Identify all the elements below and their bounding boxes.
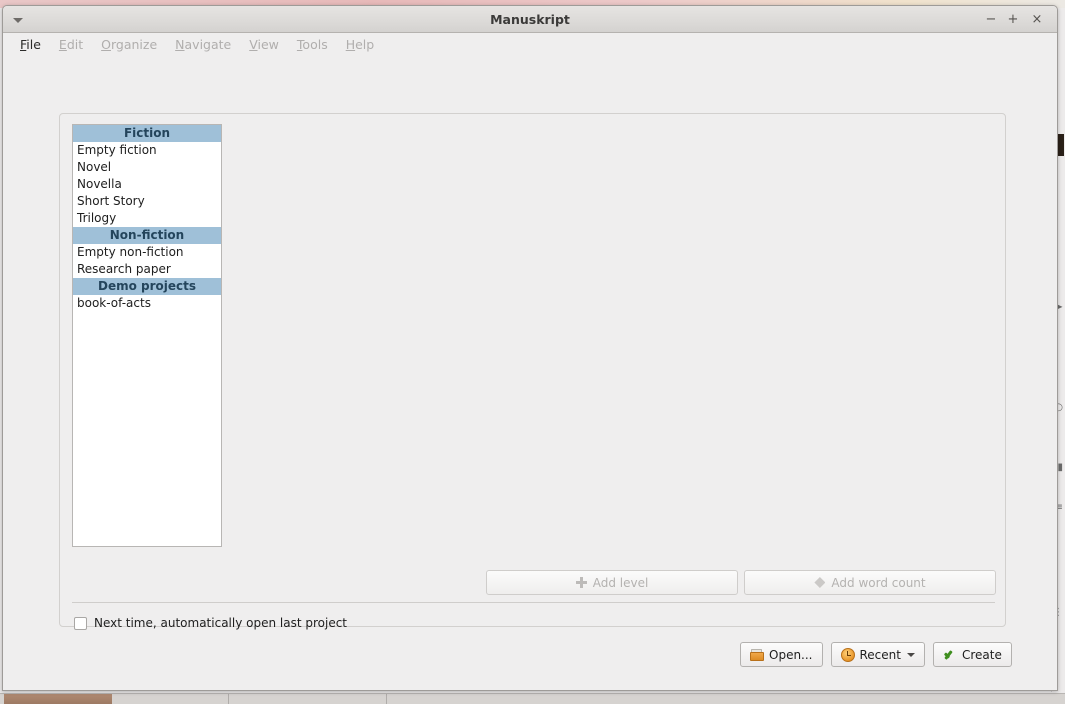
recent-button-label: Recent (859, 647, 901, 662)
list-item-book-of-acts[interactable]: book-of-acts (73, 295, 221, 312)
plus-icon (575, 577, 587, 588)
workspace: Fiction Empty fiction Novel Novella Shor… (3, 57, 1057, 690)
auto-open-row[interactable]: Next time, automatically open last proje… (74, 616, 347, 630)
menu-mnemonic: E (58, 37, 67, 52)
menu-mnemonic: O (101, 37, 111, 52)
menu-mnemonic: N (175, 37, 185, 52)
project-structure-pane (232, 124, 995, 547)
background-glyph-bar: ▮ (1057, 462, 1063, 473)
menu-label-rest: ools (302, 37, 328, 52)
maximize-button[interactable]: + (1005, 12, 1021, 28)
dialog-button-row: Open... Recent Create (740, 642, 1012, 667)
chevron-down-icon (906, 652, 915, 657)
menu-bar: File Edit Organize Navigate View Tools H… (3, 33, 1057, 57)
auto-open-checkbox[interactable] (74, 616, 87, 630)
menu-item-navigate[interactable]: Navigate (166, 34, 240, 55)
menu-item-help[interactable]: Help (337, 34, 384, 55)
list-group-header-fiction: Fiction (73, 125, 221, 142)
taskbar-item[interactable] (4, 694, 112, 704)
open-button-label: Open... (769, 647, 813, 662)
create-button-label: Create (961, 647, 1002, 662)
menu-label-rest: avigate (184, 37, 232, 52)
list-group-header-demo-projects: Demo projects (73, 278, 221, 295)
menu-label-rest: elp (355, 37, 375, 52)
menu-label-rest: dit (66, 37, 84, 52)
add-level-label: Add level (592, 575, 649, 590)
folder-icon (750, 648, 764, 661)
recent-button[interactable]: Recent (830, 642, 925, 667)
list-item-empty-non-fiction[interactable]: Empty non-fiction (73, 244, 221, 261)
add-level-button[interactable]: Add level (486, 570, 738, 595)
menu-item-file[interactable]: File (11, 34, 50, 55)
auto-open-label: Next time, automatically open last proje… (94, 616, 348, 630)
create-button[interactable]: Create (932, 642, 1012, 667)
add-word-count-label: Add word count (831, 575, 926, 590)
taskbar-separator (386, 694, 387, 704)
menu-label-rest: iew (257, 37, 279, 52)
project-template-list[interactable]: Fiction Empty fiction Novel Novella Shor… (72, 124, 222, 547)
taskbar[interactable] (0, 693, 1065, 704)
check-icon (943, 649, 957, 661)
list-item-research-paper[interactable]: Research paper (73, 261, 221, 278)
close-button[interactable]: × (1029, 12, 1045, 28)
title-bar: Manuskript − + × (3, 6, 1057, 33)
taskbar-separator (228, 694, 229, 704)
menu-label-rest: rganize (110, 37, 158, 52)
list-item-novel[interactable]: Novel (73, 159, 221, 176)
menu-item-view[interactable]: View (240, 34, 288, 55)
menu-mnemonic: H (345, 37, 356, 52)
panel-separator (72, 602, 995, 603)
clock-icon (840, 647, 855, 662)
minimize-button[interactable]: − (983, 12, 999, 28)
menu-item-edit[interactable]: Edit (50, 34, 92, 55)
level-button-row: Add level Add word count (486, 570, 996, 595)
menu-item-tools[interactable]: Tools (288, 34, 337, 55)
open-button[interactable]: Open... (740, 642, 823, 667)
add-word-count-button[interactable]: Add word count (744, 570, 996, 595)
list-item-novella[interactable]: Novella (73, 176, 221, 193)
menu-item-organize[interactable]: Organize (92, 34, 166, 55)
list-item-empty-fiction[interactable]: Empty fiction (73, 142, 221, 159)
new-project-panel: Fiction Empty fiction Novel Novella Shor… (59, 113, 1012, 667)
window-title: Manuskript (490, 12, 570, 27)
list-item-trilogy[interactable]: Trilogy (73, 210, 221, 227)
menu-label-rest: ile (26, 37, 41, 52)
menu-mnemonic: V (249, 37, 258, 52)
application-window: Manuskript − + × File Edit Organize Navi… (2, 5, 1058, 691)
diamond-icon (814, 577, 826, 588)
list-group-header-non-fiction: Non-fiction (73, 227, 221, 244)
list-item-short-story[interactable]: Short Story (73, 193, 221, 210)
